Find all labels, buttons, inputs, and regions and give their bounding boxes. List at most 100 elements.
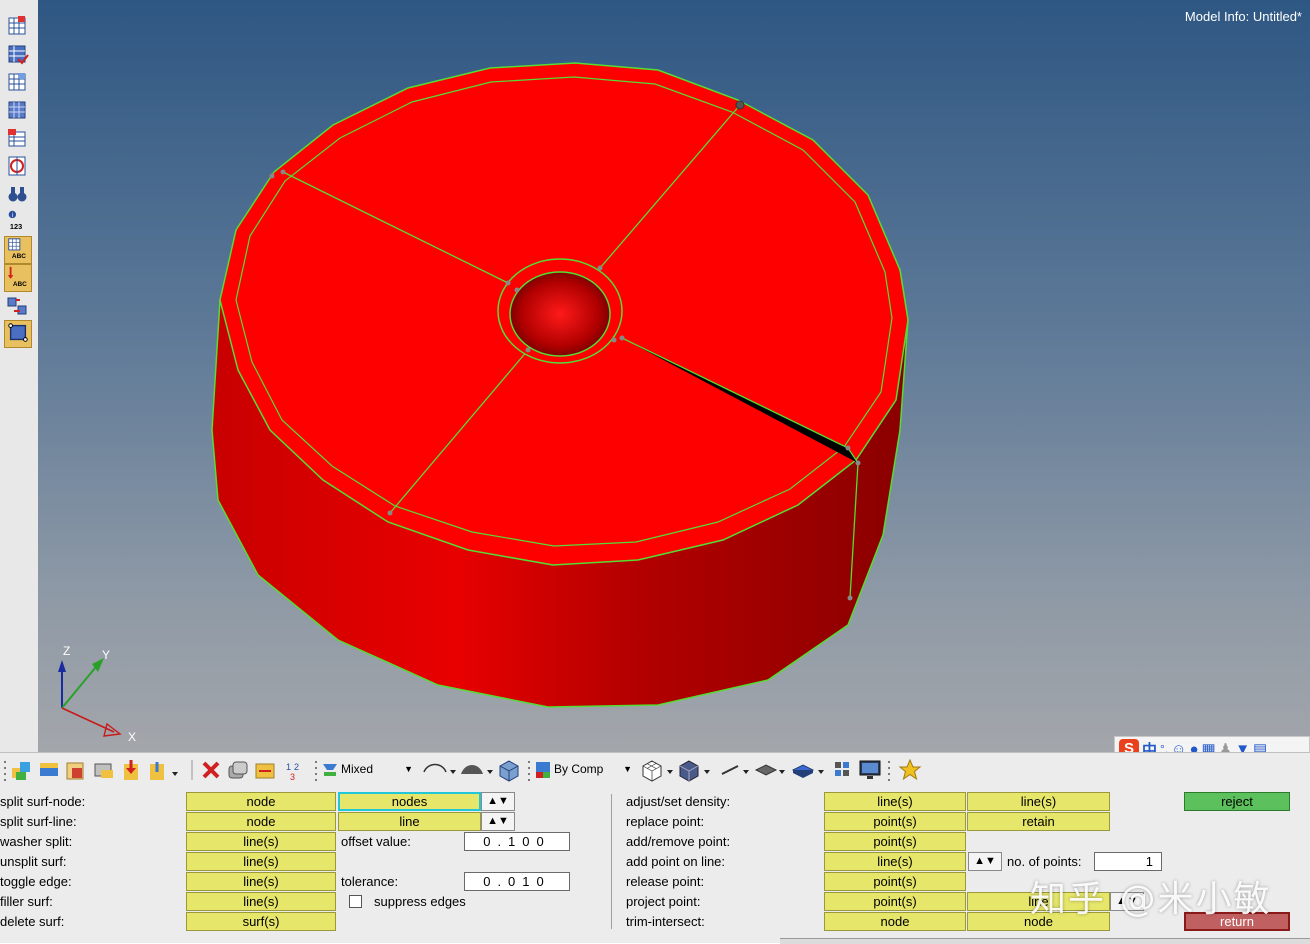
node-point (855, 460, 861, 466)
display-mode-icon[interactable] (320, 758, 340, 782)
replace-point-label: replace point: (626, 814, 705, 829)
numbers-icon[interactable]: i 123 (4, 208, 30, 234)
delete-surf-surfs-button[interactable]: surf(s) (186, 912, 336, 931)
node-point (514, 287, 520, 293)
trim-intersect-node-button-1[interactable]: node (824, 912, 966, 931)
chevron-down-icon: ▼ (404, 764, 413, 774)
split-surf-line-line-button[interactable]: line (338, 812, 481, 831)
graphics-viewport[interactable]: Model Info: Untitled* Z Y X (38, 0, 1310, 752)
reverse-view-icon[interactable] (4, 126, 30, 150)
favorite-star-icon[interactable] (898, 758, 922, 782)
chevron-down-icon: ▼ (623, 764, 632, 774)
filler-surf-lines-button[interactable]: line(s) (186, 892, 336, 911)
color-mode-select[interactable]: By Comp ▼ (554, 760, 634, 778)
add-remove-point-points-button[interactable]: point(s) (824, 832, 966, 851)
washer-split-lines-button[interactable]: line(s) (186, 832, 336, 851)
split-surf-node-nodes-button[interactable]: nodes (338, 792, 481, 811)
replace-point-retain-button[interactable]: retain (967, 812, 1110, 831)
split-surf-line-label: split surf-line: (0, 814, 77, 829)
offset-value-field[interactable]: 0.100 (464, 832, 570, 851)
split-surf-node-node-button[interactable]: node (186, 792, 336, 811)
solid-display-icon[interactable] (791, 758, 827, 782)
monitor-icon[interactable] (858, 758, 882, 782)
suppress-edges-checkbox[interactable] (349, 895, 362, 908)
toggle-edge-label: toggle edge: (0, 874, 72, 889)
points-selector-toggle[interactable]: ▲▼ (968, 852, 1002, 871)
tolerance-label: tolerance: (341, 874, 399, 889)
add-point-on-line-lines-button[interactable]: line(s) (824, 852, 966, 871)
entity-state-icon[interactable] (832, 758, 854, 782)
delete-surf-label: delete surf: (0, 914, 65, 929)
export-icon[interactable] (148, 758, 180, 782)
node-point (735, 100, 745, 110)
display-panel-icon[interactable] (4, 14, 30, 38)
bottom-toolbar: 123 Mixed ▼ By Comp ▼ (0, 752, 1310, 787)
project-point-label: project point: (626, 894, 701, 909)
abc-icon[interactable]: ABC (4, 236, 32, 264)
trim-intersect-label: trim-intersect: (626, 914, 705, 929)
adjust-density-label: adjust/set density: (626, 794, 731, 809)
center-hole (509, 271, 611, 357)
left-toolbar: i 123 ABC ABC (0, 0, 39, 752)
node-point (269, 173, 275, 179)
component-icon[interactable] (37, 758, 61, 782)
adjust-density-lines-button[interactable]: line(s) (824, 792, 966, 811)
node-point (845, 445, 851, 451)
split-surf-line-node-button[interactable]: node (186, 812, 336, 831)
wireframe-icon[interactable] (421, 758, 457, 782)
separator-icon (314, 758, 318, 782)
surfaces-icon[interactable] (226, 758, 250, 782)
binoculars-icon[interactable] (4, 182, 30, 206)
circle-icon[interactable] (4, 154, 30, 178)
select-box-icon[interactable] (4, 320, 32, 348)
replace-point-points-button[interactable]: point(s) (824, 812, 966, 831)
numbers-label: 123 (10, 222, 22, 231)
color-mode-icon[interactable] (533, 758, 553, 782)
unsplit-surf-label: unsplit surf: (0, 854, 67, 869)
renumber-icon[interactable]: 123 (282, 758, 306, 782)
no-of-points-field[interactable]: 1 (1094, 852, 1162, 871)
toggle-edge-lines-button[interactable]: line(s) (186, 872, 336, 891)
model-browser-icon[interactable] (10, 758, 34, 782)
release-point-label: release point: (626, 874, 705, 889)
reject-button[interactable]: reject (1184, 792, 1290, 811)
include-icon[interactable] (64, 758, 88, 782)
axis-z-label: Z (63, 644, 70, 658)
unsplit-surf-lines-button[interactable]: line(s) (186, 852, 336, 871)
assembly-icon[interactable] (92, 758, 116, 782)
set-density-lines-button[interactable]: line(s) (967, 792, 1110, 811)
mesh-shaded-icon[interactable] (677, 758, 713, 782)
abc-label: ABC (12, 253, 26, 260)
add-remove-point-label: add/remove point: (626, 834, 731, 849)
mask-panel-icon[interactable] (4, 42, 30, 66)
release-point-points-button[interactable]: point(s) (824, 872, 966, 891)
find-icon[interactable] (4, 70, 30, 94)
shaded-icon[interactable] (458, 758, 494, 782)
abc-arrow-icon[interactable]: ABC (4, 264, 32, 292)
import-icon[interactable] (120, 758, 144, 782)
iso-view-icon[interactable] (497, 758, 521, 782)
svg-text:i: i (12, 212, 13, 219)
nodes-selector-toggle[interactable]: ▲▼ (481, 792, 515, 811)
node-point (619, 335, 625, 341)
project-point-points-button[interactable]: point(s) (824, 892, 966, 911)
organize-icon[interactable] (253, 758, 277, 782)
suppress-edges-label: suppress edges (374, 894, 466, 909)
line-selector-toggle[interactable]: ▲▼ (481, 812, 515, 831)
surface-display-icon[interactable] (754, 758, 790, 782)
node-point (597, 265, 603, 271)
delete-icon[interactable] (199, 758, 223, 782)
mesh-wire-icon[interactable] (640, 758, 676, 782)
display-mode-select[interactable]: Mixed ▼ (341, 760, 415, 778)
node-point (611, 337, 617, 343)
shade-icon[interactable] (4, 98, 30, 122)
line-display-icon[interactable] (718, 758, 754, 782)
tolerance-field[interactable]: 0.010 (464, 872, 570, 891)
node-point (505, 280, 511, 286)
axis-y-label: Y (102, 648, 110, 662)
flip-icon[interactable] (4, 294, 30, 318)
abc-arrow-label: ABC (13, 281, 27, 288)
separator-icon (887, 758, 891, 782)
watermark-text: 知乎 @米小敏 (1030, 879, 1272, 920)
washer-model[interactable] (38, 0, 1310, 752)
